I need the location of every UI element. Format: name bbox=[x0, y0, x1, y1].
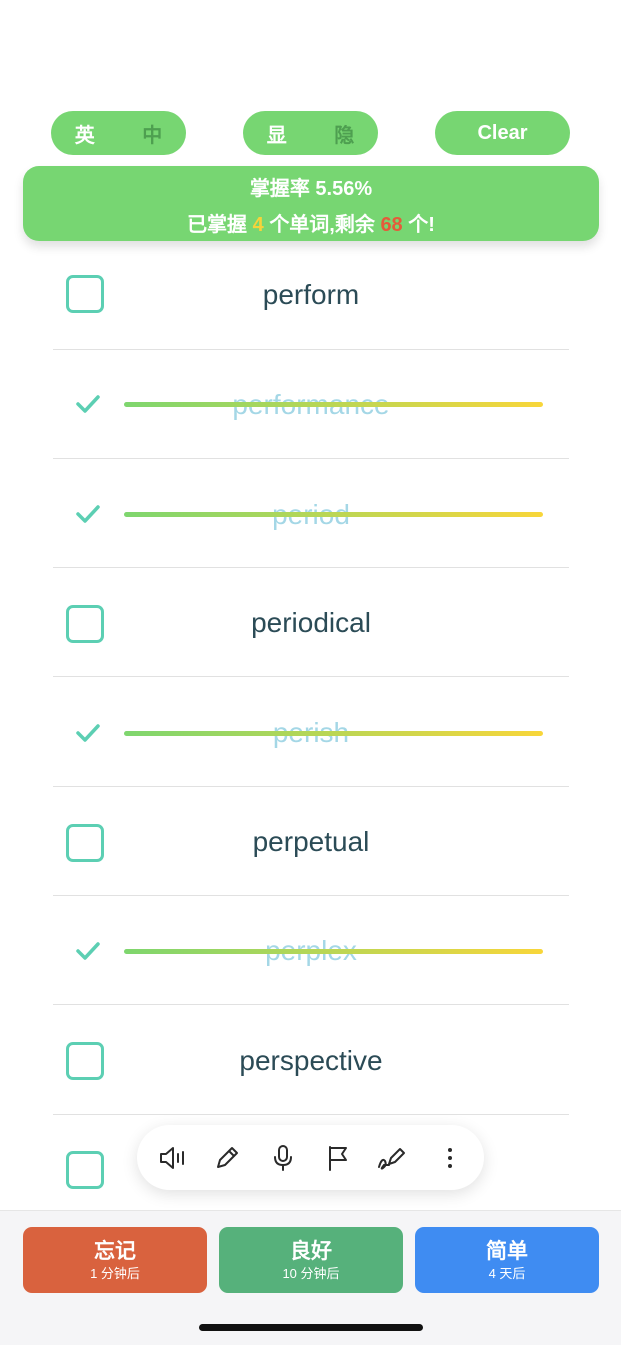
summary-prefix: 已掌握 bbox=[187, 214, 248, 236]
word-text: periodical bbox=[251, 607, 371, 638]
mastery-rate-text: 掌握率 5.56% bbox=[249, 178, 373, 200]
microphone-icon[interactable] bbox=[268, 1143, 298, 1173]
floating-toolbar bbox=[137, 1125, 484, 1190]
rate-easy-button[interactable]: 简单 4 天后 bbox=[415, 1227, 599, 1293]
remaining-count: 68 bbox=[380, 214, 403, 236]
rate-title: 良好 bbox=[290, 1240, 332, 1263]
word-checkbox[interactable] bbox=[66, 1151, 104, 1189]
lang-chinese-label: 中 bbox=[142, 124, 163, 147]
word-row[interactable]: period bbox=[53, 459, 569, 568]
summary-suffix: 个! bbox=[408, 214, 435, 236]
rate-title: 简单 bbox=[486, 1240, 528, 1263]
word-row[interactable]: perspective bbox=[53, 1006, 569, 1115]
signature-icon[interactable] bbox=[376, 1143, 406, 1173]
mastery-stats-banner: 掌握率 5.56% 已掌握 4 个单词,剩余 68 个! bbox=[23, 166, 599, 241]
rate-interval: 10 分钟后 bbox=[282, 1266, 340, 1281]
more-vertical-icon[interactable] bbox=[435, 1143, 465, 1173]
clear-button[interactable]: Clear bbox=[435, 111, 570, 155]
rate-forget-button[interactable]: 忘记 1 分钟后 bbox=[23, 1227, 207, 1293]
summary-middle: 个单词,剩余 bbox=[269, 214, 375, 236]
word-row[interactable]: perpetual bbox=[53, 787, 569, 896]
word-row[interactable]: performance bbox=[53, 350, 569, 459]
mastery-summary: 已掌握 4 个单词,剩余 68 个! bbox=[23, 208, 599, 237]
strikethrough-line bbox=[124, 731, 543, 736]
rate-good-button[interactable]: 良好 10 分钟后 bbox=[219, 1227, 403, 1293]
word-text: perpetual bbox=[252, 826, 370, 857]
word-row[interactable]: periodical bbox=[53, 568, 569, 677]
visibility-show-label: 显 bbox=[266, 124, 287, 147]
rate-interval: 4 天后 bbox=[488, 1266, 526, 1281]
word-row[interactable]: perish bbox=[53, 678, 569, 787]
flag-icon[interactable] bbox=[323, 1143, 353, 1173]
word-text: perform bbox=[262, 279, 360, 310]
strikethrough-line bbox=[124, 402, 543, 407]
word-row[interactable]: perplex bbox=[53, 896, 569, 1005]
lang-english-label: 英 bbox=[74, 124, 95, 147]
speaker-icon[interactable] bbox=[157, 1143, 187, 1173]
home-indicator[interactable] bbox=[199, 1324, 423, 1331]
language-toggle-button[interactable]: 英 中 bbox=[51, 111, 186, 155]
visibility-toggle-button[interactable]: 显 隐 bbox=[243, 111, 378, 155]
mastered-count: 4 bbox=[252, 214, 264, 236]
strikethrough-line bbox=[124, 949, 543, 954]
rate-title: 忘记 bbox=[94, 1240, 136, 1263]
rate-interval: 1 分钟后 bbox=[90, 1266, 140, 1281]
strikethrough-line bbox=[124, 512, 543, 517]
pencil-icon[interactable] bbox=[212, 1143, 242, 1173]
clear-label: Clear bbox=[477, 121, 528, 144]
word-text: perspective bbox=[239, 1045, 383, 1076]
word-row[interactable]: perform bbox=[53, 241, 569, 350]
visibility-hide-label: 隐 bbox=[334, 124, 355, 147]
